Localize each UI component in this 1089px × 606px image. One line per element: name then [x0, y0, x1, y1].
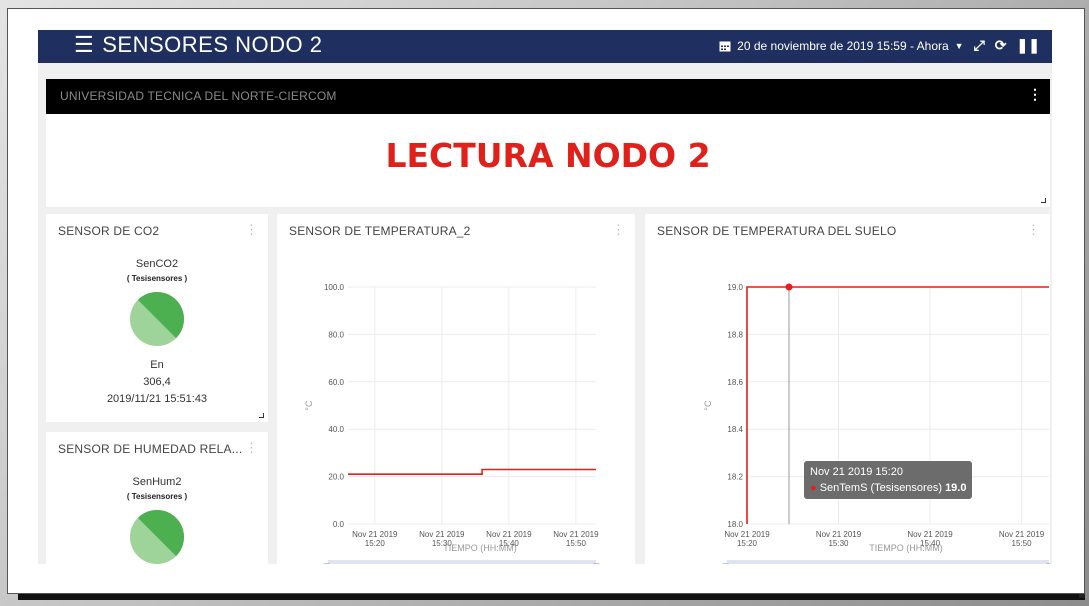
humidity-card-menu-icon[interactable]: ⋮: [245, 441, 258, 454]
y-tick-label: 100.0: [324, 283, 345, 292]
humidity-sensor-name: SenHum2: [132, 476, 182, 488]
co2-card-menu-icon[interactable]: ⋮: [245, 223, 258, 236]
temperature-chart[interactable]: 100.080.060.040.020.00.0Nov 21 201915:20…: [277, 214, 635, 564]
co2-card: SENSOR DE CO2 ⋮ SenCO2 ( Tesisensores ) …: [46, 214, 268, 422]
x-axis-label: TIEMPO (HH:MM): [869, 543, 943, 553]
y-tick-label: 40.0: [328, 425, 344, 434]
y-tick-label: 20.0: [328, 473, 344, 482]
co2-resize-handle-icon[interactable]: [259, 413, 264, 418]
co2-value: 306,4: [143, 376, 171, 388]
y-tick-label: 80.0: [328, 330, 344, 339]
x-tick-label: 15:50: [566, 539, 587, 548]
soil-temperature-card: SENSOR DE TEMPERATURA DEL SUELO ⋮ 19.0 18…: [645, 214, 1050, 564]
banner-text: LECTURA NODO 2: [385, 136, 711, 175]
y-tick-label: 18.2: [727, 473, 743, 482]
humidity-card: SENSOR DE HUMEDAD RELA... ⋮ SenHum2 ( Te…: [46, 432, 268, 564]
chart-tooltip: Nov 21 2019 15:20 ● SenTemS (Tesisensore…: [804, 461, 973, 499]
tooltip-value: 19.0: [945, 482, 967, 494]
series-line: [348, 468, 596, 476]
y-tick-label: 18.6: [727, 378, 743, 387]
x-tick-label: Nov 21 2019: [486, 530, 532, 539]
y-tick-label: 0.0: [333, 520, 345, 529]
date-range-label: 20 de noviembre de 2019 15:59 - Ahora: [737, 38, 949, 53]
x-tick-label: Nov 21 2019: [816, 530, 862, 539]
x-tick-label: 15:20: [737, 539, 758, 548]
x-tick-label: Nov 21 2019: [907, 530, 953, 539]
y-axis-label: °C: [304, 400, 314, 411]
co2-state: En: [150, 359, 164, 371]
x-tick-label: Nov 21 2019: [553, 530, 599, 539]
co2-card-title: SENSOR DE CO2: [58, 224, 160, 238]
humidity-sensor-group: ( Tesisensores ): [126, 492, 188, 501]
x-tick-label: Nov 21 2019: [724, 530, 770, 539]
tooltip-time: Nov 21 2019 15:20: [810, 466, 903, 478]
header-panel-title: UNIVERSIDAD TECNICA DEL NORTE-CIERCOM: [60, 89, 337, 103]
x-tick-label: 15:20: [365, 539, 386, 548]
toolbar: 20 de noviembre de 2019 15:59 - Ahora ▼ …: [719, 37, 1040, 54]
dashboard-title: SENSORES NODO 2: [102, 32, 323, 57]
y-tick-label: 60.0: [328, 378, 344, 387]
tooltip-series-dot-icon: ●: [810, 482, 817, 494]
top-bar: ☰ SENSORES NODO 2 20 de noviembre de 201…: [38, 30, 1052, 63]
pause-icon[interactable]: ❚❚: [1017, 37, 1040, 54]
y-tick-label: 18.8: [727, 330, 743, 339]
tooltip-series: SenTemS (Tesisensores): [819, 482, 942, 494]
calendar-icon: [719, 41, 731, 51]
refresh-icon[interactable]: ⟳: [995, 37, 1007, 54]
y-tick-label: 18.4: [727, 425, 743, 434]
x-tick-label: 15:50: [1012, 539, 1033, 548]
co2-sensor-name: SenCO2: [135, 258, 179, 270]
banner-panel: LECTURA NODO 2: [46, 114, 1050, 207]
header-panel: UNIVERSIDAD TECNICA DEL NORTE-CIERCOM ⋮: [46, 79, 1050, 114]
x-tick-label: Nov 21 2019: [419, 530, 465, 539]
x-axis-label: TIEMPO (HH:MM): [443, 543, 517, 553]
date-range-picker[interactable]: 20 de noviembre de 2019 15:59 - Ahora ▼: [719, 38, 964, 53]
humidity-gauge-icon: [130, 509, 185, 564]
y-tick-label: 18.0: [727, 520, 743, 529]
soil-temperature-chart[interactable]: 19.018.818.618.418.218.0Nov 21 201915:20…: [645, 214, 1050, 564]
range-navigator: [328, 560, 596, 564]
co2-sensor-group: ( Tesisensores ): [126, 274, 188, 283]
x-tick-label: Nov 21 2019: [999, 530, 1045, 539]
x-tick-label: Nov 21 2019: [352, 530, 398, 539]
co2-timestamp: 2019/11/21 15:51:43: [106, 393, 208, 405]
dashboard-screen: ☰ SENSORES NODO 2 20 de noviembre de 201…: [38, 30, 1052, 564]
tooltip-row: ● SenTemS (Tesisensores) 19.0: [810, 480, 966, 496]
y-axis-label: °C: [703, 400, 713, 411]
dashboard-title-area[interactable]: ☰ SENSORES NODO 2: [74, 32, 322, 58]
hover-point-marker: [785, 283, 793, 291]
menu-icon[interactable]: ☰: [74, 32, 94, 58]
co2-gauge-icon: [130, 291, 185, 346]
resize-handle-icon[interactable]: [1041, 198, 1046, 203]
temperature-card: SENSOR DE TEMPERATURA_2 ⋮ 100.0 80.0 60.0 4…: [277, 214, 635, 564]
range-navigator: [727, 560, 1049, 564]
expand-icon[interactable]: ⤢: [974, 37, 985, 54]
caret-down-icon: ▼: [954, 40, 964, 51]
humidity-card-title: SENSOR DE HUMEDAD RELA...: [58, 442, 243, 456]
x-tick-label: 15:30: [828, 539, 849, 548]
y-tick-label: 19.0: [727, 283, 743, 292]
panel-menu-icon[interactable]: ⋮: [1028, 87, 1042, 101]
